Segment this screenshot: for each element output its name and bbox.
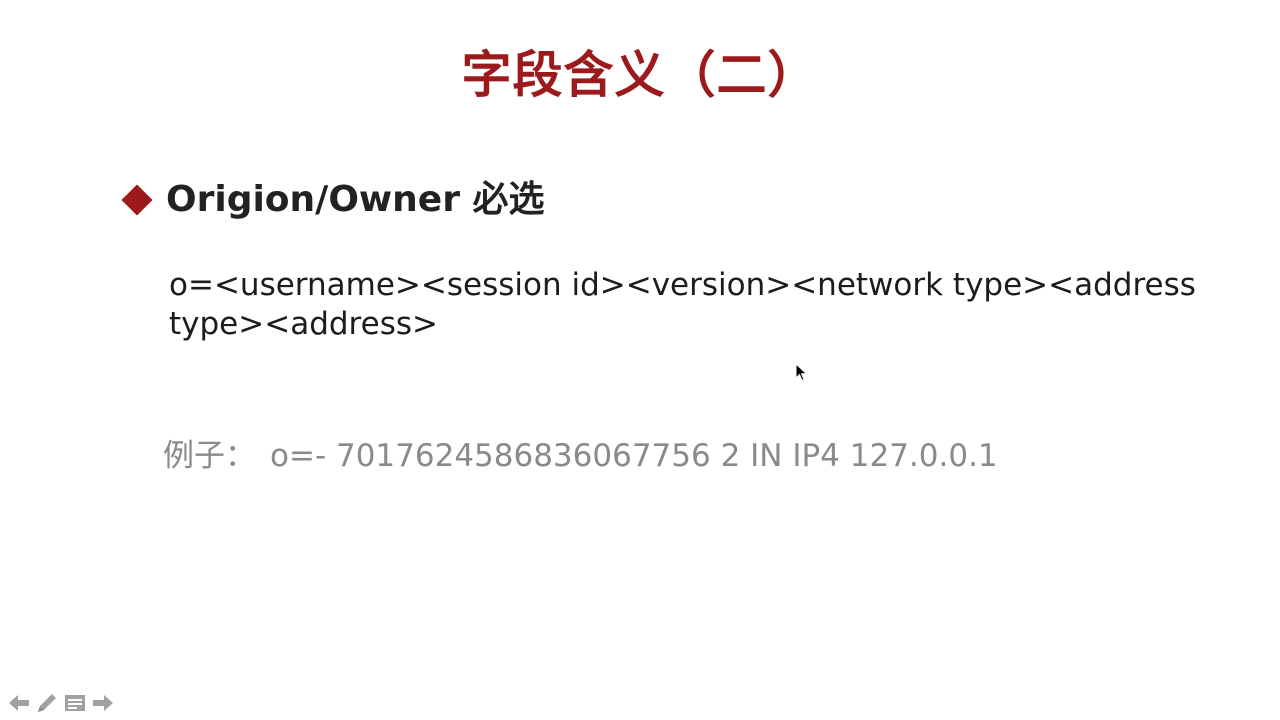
- example-value: o=- 7017624586836067756 2 IN IP4 127.0.0…: [270, 438, 998, 474]
- slide-title: 字段含义（二）: [461, 46, 819, 104]
- bullet-item: Origion/Owner 必选: [120, 172, 545, 228]
- syntax-text: o=<username><session id><version><networ…: [169, 267, 1196, 342]
- mouse-pointer-icon: [795, 363, 808, 382]
- diamond-bullet-icon: [121, 184, 153, 216]
- example-line: 例子： o=- 7017624586836067756 2 IN IP4 127.…: [163, 434, 998, 478]
- pen-icon: [38, 694, 56, 712]
- arrow-left-icon: [9, 695, 29, 711]
- example-label: 例子：: [163, 438, 256, 474]
- next-slide-button[interactable]: [90, 690, 116, 716]
- slide: 字段含义（二） Origion/Owner 必选 o=<username><se…: [0, 0, 1280, 720]
- arrow-right-icon: [93, 695, 113, 711]
- bullet-text: Origion/Owner 必选: [166, 179, 545, 220]
- slideshow-nav-bar: [6, 690, 116, 716]
- pen-tool-button[interactable]: [34, 690, 60, 716]
- slide-menu-button[interactable]: [62, 690, 88, 716]
- menu-icon: [65, 695, 85, 711]
- previous-slide-button[interactable]: [6, 690, 32, 716]
